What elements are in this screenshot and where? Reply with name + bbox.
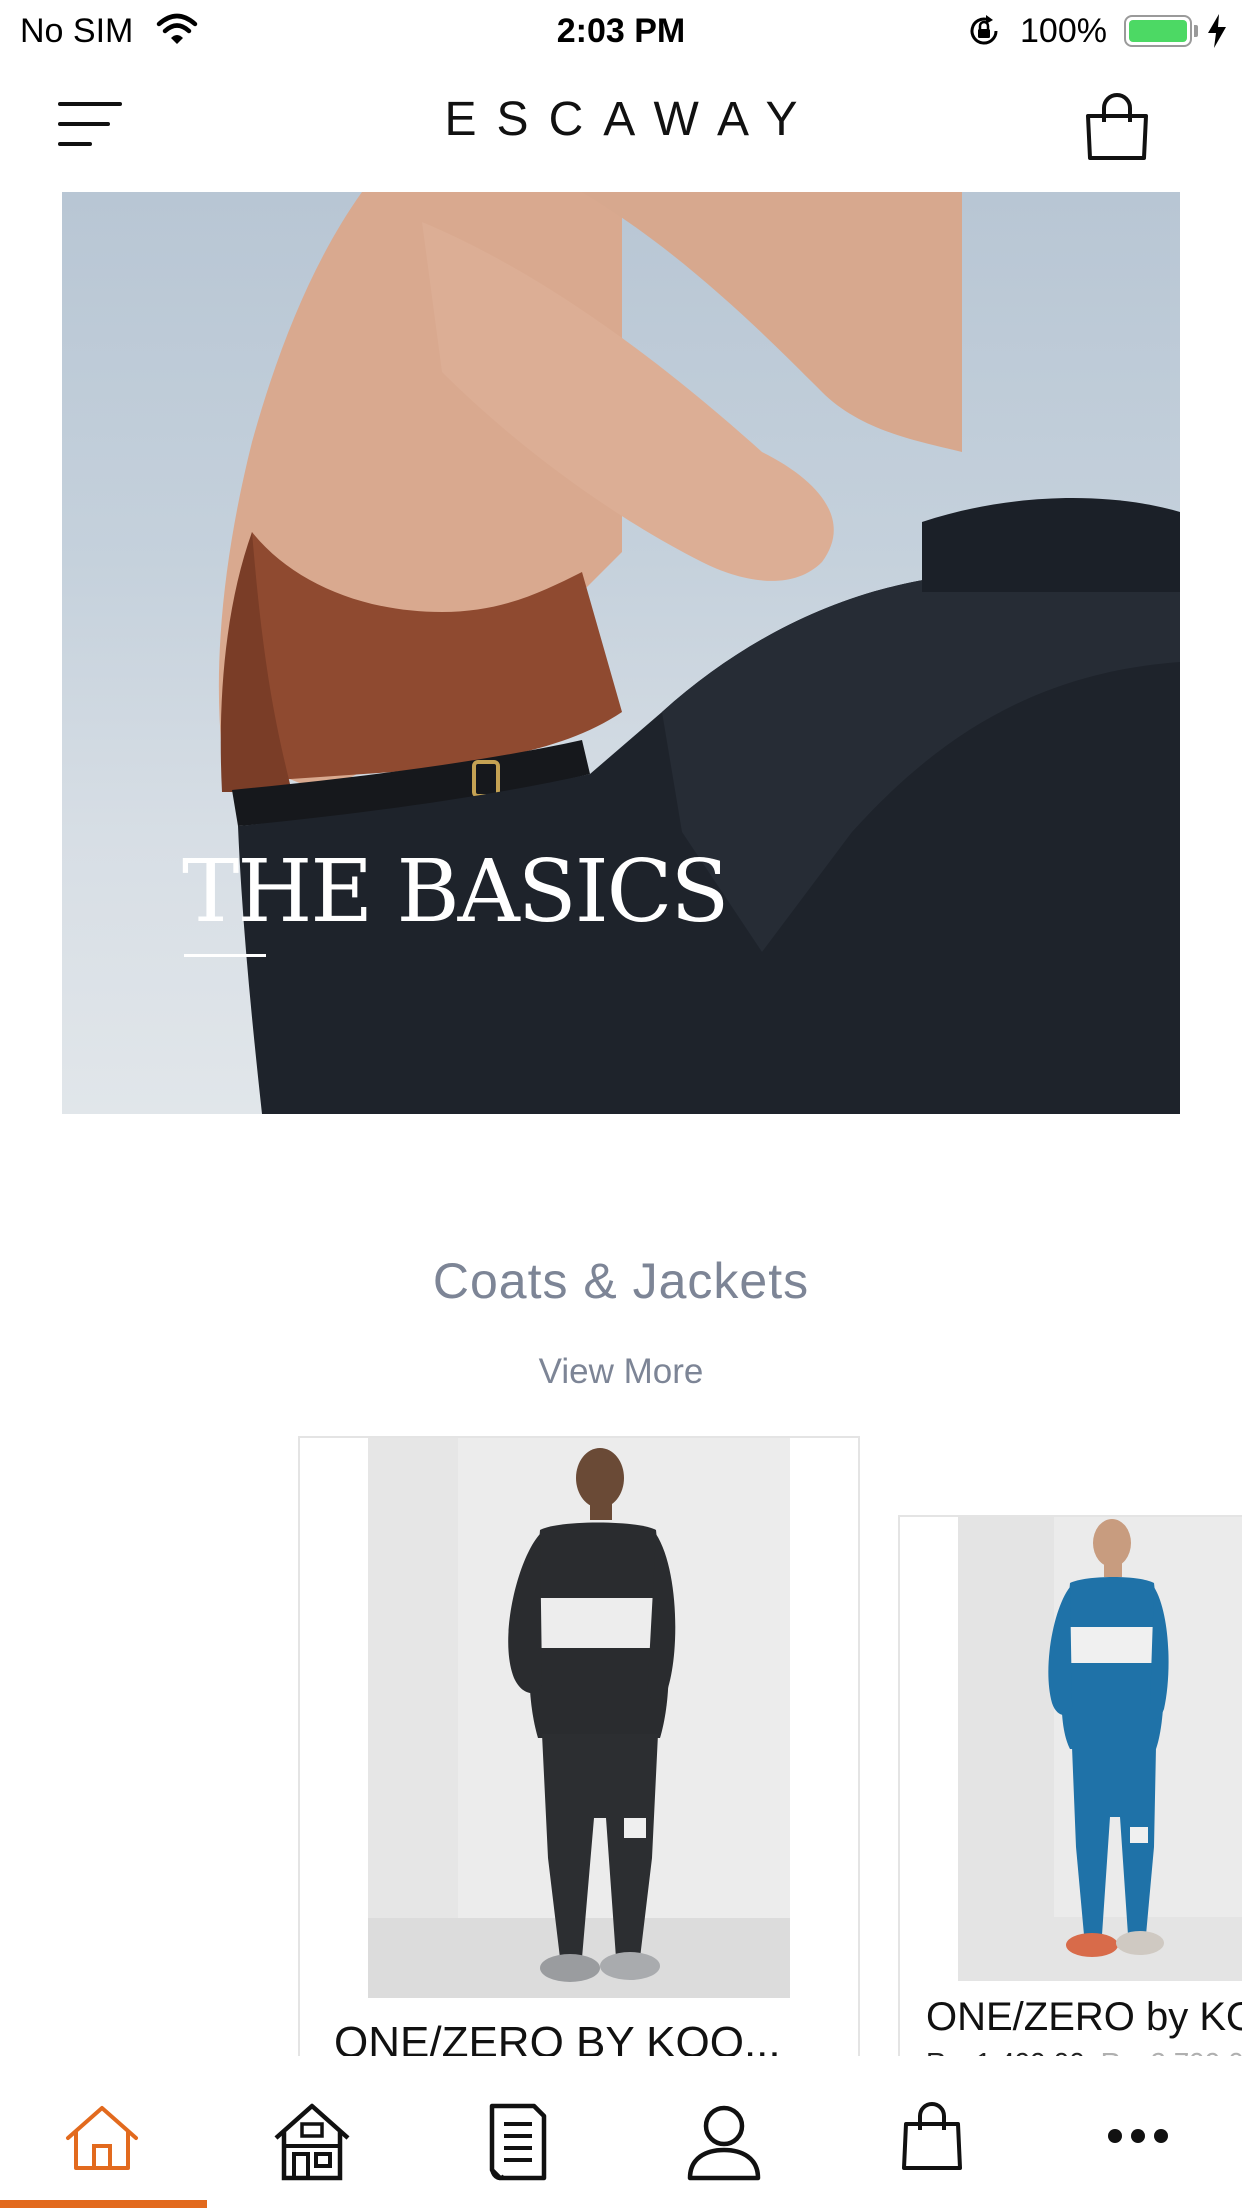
bottom-tab-bar [0,2056,1242,2208]
home-icon[interactable] [52,2102,152,2192]
battery-percentage: 100% [1020,12,1107,50]
hero-banner[interactable]: THE BASICS [62,192,1180,1114]
app-header: ESCAWAY [0,62,1242,192]
status-bar: No SIM 2:03 PM 100% [0,0,1242,62]
battery-icon [1124,15,1192,47]
user-icon[interactable] [674,2102,774,2192]
hero-title-underline [184,954,266,957]
active-tab-indicator [0,2200,207,2208]
product-name[interactable]: ONE/ZERO by KO [926,1995,1242,2040]
store-icon[interactable] [262,2102,362,2192]
more-icon[interactable] [1088,2102,1188,2192]
document-icon[interactable] [468,2102,568,2192]
rotation-lock-icon [966,13,1002,54]
shopping-bag-icon[interactable] [1082,92,1152,162]
view-more-link[interactable]: View More [0,1352,1242,1392]
product-image[interactable] [368,1438,790,1998]
section-title: Coats & Jackets [432,1253,810,1309]
home-tab-svg [66,2106,138,2170]
product-card[interactable]: ONE/ZERO by KO Rs. 1,499.00 Rs. 2,799.00 [898,1515,1242,2075]
hero-title: THE BASICS [182,842,729,942]
hero-photo [218,192,1180,1114]
shopping-bag-icon[interactable] [882,2102,982,2192]
brand-logo[interactable]: ESCAWAY [0,92,1242,147]
charging-bolt-icon [1206,13,1228,54]
product-card[interactable]: ONE/ZERO BY KOO... [298,1436,860,2076]
product-image[interactable] [958,1517,1242,1981]
battery-cap [1194,25,1198,37]
